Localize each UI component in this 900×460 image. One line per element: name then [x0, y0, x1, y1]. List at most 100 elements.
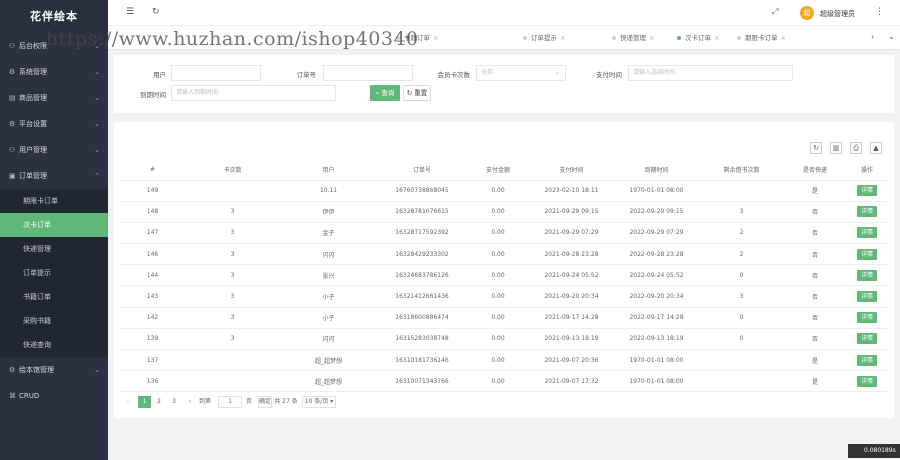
table-row: 148 3 伊伊 16328781076615 0.00 2021-09-29 09:15…	[120, 201, 888, 223]
sidebar-item[interactable]: ▤ 商品管理 ⌄	[0, 85, 108, 111]
submenu-item[interactable]: 快递管理	[0, 237, 108, 261]
expire-time-label: 到期时间	[140, 91, 166, 99]
table-cell: 136	[120, 370, 185, 393]
detail-button[interactable]: 详情	[857, 206, 877, 218]
detail-button[interactable]: 详情	[857, 227, 877, 239]
table-panel: ↻ ▥ ⎙ ▲ # 卡次数 用户 订单号 支付金额 支付时间 到期时间 剩余借书次数 是否快递操…	[114, 122, 894, 418]
column-header: 到期时间	[614, 159, 699, 181]
table-cell: 144	[120, 264, 185, 287]
table-cell: 0.00	[467, 328, 529, 351]
tab-item[interactable]: 订单提示 ×	[523, 26, 565, 50]
page-number[interactable]: 1	[138, 396, 151, 408]
sidebar-item[interactable]: ⚇ 用户管理 ⌄	[0, 137, 108, 163]
expire-time-input[interactable]: 请输入到期时间	[171, 85, 336, 101]
tab-label: 次卡订单	[685, 34, 711, 42]
table-cell	[699, 180, 784, 202]
goto-confirm-button[interactable]: 确定	[258, 396, 272, 408]
table-cell: 3	[185, 222, 280, 245]
table-cell: 2022-09-28 23:28	[614, 243, 699, 266]
table-cell: 2022-09-20 20:34	[614, 285, 699, 308]
submenu-item[interactable]: 书籍订单	[0, 285, 108, 309]
submenu-item[interactable]: 采购书籍	[0, 309, 108, 333]
close-icon[interactable]: ×	[714, 34, 719, 42]
page-number[interactable]: 2	[153, 396, 165, 408]
submenu-item[interactable]: 订单提示	[0, 261, 108, 285]
page-number[interactable]: 3	[168, 396, 180, 408]
user-icon: ⚇	[9, 42, 16, 50]
close-icon[interactable]: ×	[433, 34, 438, 42]
tab-item[interactable]: 次卡订单 ×	[677, 26, 719, 50]
column-header: 用户	[280, 159, 377, 181]
menu-toggle-icon[interactable]: ☰	[126, 7, 134, 17]
pay-time-input[interactable]: 请输入选择时间	[628, 65, 793, 81]
user-label: 用户	[153, 71, 166, 79]
sidebar-item[interactable]: ▣ 订单管理 ⌃	[0, 163, 108, 189]
table-cell	[699, 370, 784, 393]
detail-button[interactable]: 详情	[857, 354, 877, 366]
per-page-select[interactable]: 10 条/页 ▾	[302, 396, 336, 408]
table-cell: 是	[784, 370, 846, 393]
table-cell: 超_超梦想	[280, 370, 377, 393]
tab-item[interactable]: 快递管理 ×	[612, 26, 654, 50]
table-cell: 10.11	[280, 180, 377, 202]
detail-button[interactable]: 详情	[857, 291, 877, 303]
refresh-table-icon[interactable]: ↻	[810, 142, 822, 154]
close-icon[interactable]: ×	[781, 34, 786, 42]
table-cell: 3	[185, 243, 280, 266]
doc-icon: ▤	[9, 94, 16, 102]
table-cell: 是	[784, 349, 846, 372]
detail-button[interactable]: 详情	[857, 312, 877, 324]
table-cell: 16328717592392	[377, 222, 467, 245]
sidebar-item[interactable]: ⚙ 平台设置 ⌄	[0, 111, 108, 137]
fullscreen-icon[interactable]: ⤢	[772, 7, 778, 17]
detail-button[interactable]: 详情	[857, 269, 877, 281]
sidebar-item[interactable]: ⚙ 系统管理 ⌄	[0, 59, 108, 85]
detail-button[interactable]: 详情	[857, 375, 877, 387]
detail-button[interactable]: 详情	[857, 333, 877, 345]
tab-dot-icon	[677, 36, 681, 40]
reset-button[interactable]: ↻ 重置	[403, 85, 431, 101]
close-icon[interactable]: ×	[560, 34, 565, 42]
table-cell: 0	[699, 307, 784, 329]
order-no-label: 订单号	[296, 71, 317, 79]
tab-item[interactable]: 期限卡订单 ×	[737, 26, 786, 50]
search-button[interactable]: ⌕ 查询	[370, 85, 400, 101]
submenu-item[interactable]: 次卡订单	[0, 213, 108, 237]
user-input[interactable]	[171, 65, 261, 81]
columns-icon[interactable]: ▥	[830, 142, 842, 154]
prev-page-icon[interactable]: ‹	[124, 396, 132, 408]
table-cell: 0	[699, 328, 784, 351]
table-cell: 3	[185, 264, 280, 287]
next-page-icon[interactable]: ›	[186, 396, 194, 408]
goto-page-input[interactable]: 1	[218, 396, 242, 408]
more-icon[interactable]: ⋮	[875, 7, 884, 17]
export-icon[interactable]: ⎙	[850, 142, 862, 154]
order-no-input[interactable]	[323, 65, 413, 81]
avatar[interactable]: 超	[800, 6, 814, 20]
submenu-item[interactable]: 期限卡订单	[0, 189, 108, 213]
card-count-select[interactable]: 全部 ⌄	[476, 65, 566, 81]
action-cell: 详情	[846, 201, 888, 223]
table-cell: 2021-09-29 07:29	[529, 222, 614, 245]
sidebar: 花伴绘本 ⚇ 后台权限 ⌄ ⚙ 系统管理 ⌄ ▤ 商品管理 ⌄ ⚙ 平台设置 ⌄ ⚇ 用户管理 ⌄ ▣ 订单管理…	[0, 0, 108, 460]
detail-button[interactable]: 详情	[857, 248, 877, 260]
tabs-next-icon[interactable]: ›	[871, 32, 874, 41]
table-cell: 2021-09-07 20:36	[529, 349, 614, 372]
table-row: 147 3 金子 16328717592392 0.00 2021-09-29 07:29…	[120, 222, 888, 245]
refresh-icon[interactable]: ↻	[152, 7, 160, 17]
table-cell: 0.00	[467, 180, 529, 202]
table-cell: 147	[120, 222, 185, 245]
sidebar-item[interactable]: ⌘ CRUD	[0, 383, 108, 409]
table-cell: 2022-09-17 14:28	[614, 307, 699, 329]
submenu-item[interactable]: 快递查询	[0, 333, 108, 357]
detail-button[interactable]: 详情	[857, 185, 877, 197]
print-icon[interactable]: ▲	[870, 142, 882, 154]
table-cell: 16310181736146	[377, 349, 467, 372]
close-icon[interactable]: ×	[649, 34, 654, 42]
table-cell: 2021-09-20 20:34	[529, 285, 614, 308]
tabs-dropdown-icon[interactable]: ⌄	[888, 32, 895, 41]
sidebar-item[interactable]: ⚙ 绘本馆管理 ⌄	[0, 357, 108, 383]
table-cell: 2022-09-13 18:19	[614, 328, 699, 351]
user-name[interactable]: 超级管理员	[820, 9, 855, 19]
action-cell: 详情	[846, 222, 888, 245]
